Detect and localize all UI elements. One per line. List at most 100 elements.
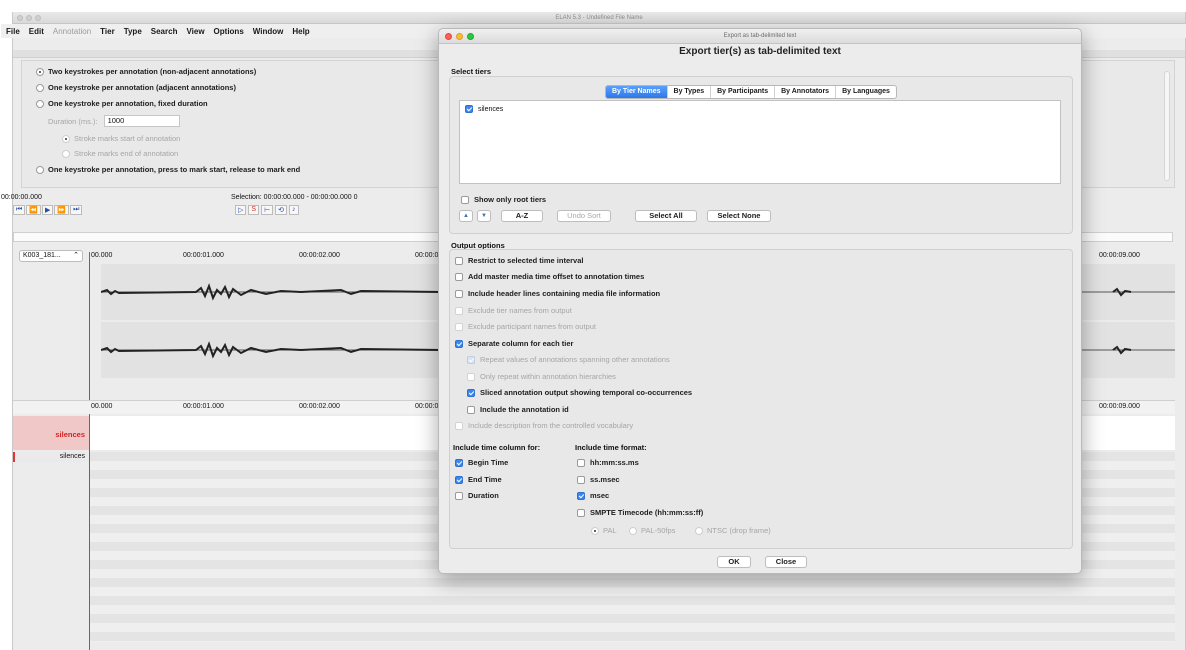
select-none-button[interactable]: Select None xyxy=(707,210,771,222)
checkbox-icon[interactable] xyxy=(467,355,475,364)
segmentation-option-2[interactable]: One keystroke per annotation (adjacent a… xyxy=(36,83,236,92)
ok-button[interactable]: OK xyxy=(717,556,751,568)
smpte-ntsc-option[interactable]: NTSC (drop frame) xyxy=(695,526,771,535)
stroke-start-option[interactable]: Stroke marks start of annotation xyxy=(62,134,180,143)
dialog-close-icon[interactable] xyxy=(445,33,452,40)
menu-edit[interactable]: Edit xyxy=(29,27,44,36)
radio-icon[interactable] xyxy=(629,526,637,535)
radio-icon[interactable] xyxy=(591,526,599,535)
checkbox-icon[interactable] xyxy=(467,372,475,381)
tab-by-types[interactable]: By Types xyxy=(668,86,712,98)
minimize-window-icon[interactable] xyxy=(26,15,32,21)
checkbox-icon[interactable] xyxy=(455,272,463,281)
option-master-media-offset[interactable]: Add master media time offset to annotati… xyxy=(455,272,644,281)
close-button[interactable]: Close xyxy=(765,556,807,568)
tab-by-participants[interactable]: By Participants xyxy=(711,86,776,98)
segmentation-option-4[interactable]: One keystroke per annotation, press to m… xyxy=(36,165,300,174)
checkbox-icon[interactable] xyxy=(455,256,463,265)
move-down-button[interactable]: ▼ xyxy=(477,210,491,222)
duration-input[interactable]: 1000 xyxy=(103,115,180,127)
checkbox-icon[interactable] xyxy=(467,388,475,397)
zoom-window-icon[interactable] xyxy=(35,15,41,21)
tier-selector[interactable]: K003_181... ⌃ xyxy=(19,250,83,262)
undo-sort-button[interactable]: Undo Sort xyxy=(557,210,611,222)
previous-frame-icon[interactable]: ⏪ xyxy=(26,205,42,215)
checkbox-icon[interactable] xyxy=(455,458,463,467)
radio-icon[interactable] xyxy=(62,134,70,143)
smpte-pal-option[interactable]: PAL xyxy=(591,526,617,535)
tier-list[interactable]: silences xyxy=(459,100,1061,184)
dialog-zoom-icon[interactable] xyxy=(467,33,474,40)
clear-selection-icon[interactable]: S xyxy=(248,205,260,215)
menu-type[interactable]: Type xyxy=(124,27,142,36)
option-include-cv-description[interactable]: Include description from the controlled … xyxy=(455,421,633,430)
tier-label-silences[interactable]: silences xyxy=(13,452,89,462)
time-format-msec[interactable]: msec xyxy=(577,491,609,500)
move-up-button[interactable]: ▲ xyxy=(459,210,473,222)
menu-search[interactable]: Search xyxy=(151,27,178,36)
time-format-ssmsec[interactable]: ss.msec xyxy=(577,475,620,484)
option-sliced-output[interactable]: Sliced annotation output showing tempora… xyxy=(467,388,692,397)
option-header-lines[interactable]: Include header lines containing media fi… xyxy=(455,289,660,298)
selection-mode-icon[interactable]: ⊢ xyxy=(261,205,274,215)
checkbox-icon[interactable] xyxy=(577,491,585,500)
menu-file[interactable]: File xyxy=(6,27,20,36)
menu-annotation[interactable]: Annotation xyxy=(53,27,91,36)
go-to-begin-icon[interactable]: ⏮ xyxy=(13,205,26,215)
option-separate-column[interactable]: Separate column for each tier xyxy=(455,339,573,348)
dialog-minimize-icon[interactable] xyxy=(456,33,463,40)
radio-icon[interactable] xyxy=(36,99,44,108)
option-repeat-values[interactable]: Repeat values of annotations spanning ot… xyxy=(467,355,670,364)
checkbox-icon[interactable] xyxy=(467,405,475,414)
smpte-pal50-option[interactable]: PAL-50fps xyxy=(629,526,675,535)
checkbox-icon[interactable] xyxy=(455,306,463,315)
checkbox-icon[interactable] xyxy=(465,105,473,113)
segmentation-option-3[interactable]: One keystroke per annotation, fixed dura… xyxy=(36,99,208,108)
checkbox-icon[interactable] xyxy=(455,339,463,348)
time-format-hhmmss[interactable]: hh:mm:ss.ms xyxy=(577,458,639,467)
radio-icon[interactable] xyxy=(695,526,703,535)
time-column-begin[interactable]: Begin Time xyxy=(455,458,508,467)
time-column-duration[interactable]: Duration xyxy=(455,491,499,500)
option-include-annotation-id[interactable]: Include the annotation id xyxy=(467,405,569,414)
checkbox-icon[interactable] xyxy=(455,421,463,430)
active-tier-label[interactable]: silences xyxy=(13,416,89,450)
time-format-smpte[interactable]: SMPTE Timecode (hh:mm:ss:ff) xyxy=(577,508,703,517)
volume-icon[interactable]: ♪ xyxy=(289,205,299,215)
checkbox-icon[interactable] xyxy=(455,475,463,484)
option-restrict-interval[interactable]: Restrict to selected time interval xyxy=(455,256,583,265)
checkbox-icon[interactable] xyxy=(455,289,463,298)
menu-help[interactable]: Help xyxy=(292,27,309,36)
checkbox-icon[interactable] xyxy=(455,322,463,331)
radio-icon[interactable] xyxy=(62,149,70,158)
option-repeat-within-hierarchies[interactable]: Only repeat within annotation hierarchie… xyxy=(467,372,616,381)
select-all-button[interactable]: Select All xyxy=(635,210,697,222)
go-to-end-icon[interactable]: ⏭ xyxy=(70,205,83,215)
menu-window[interactable]: Window xyxy=(253,27,284,36)
tab-by-languages[interactable]: By Languages xyxy=(836,86,896,98)
time-column-end[interactable]: End Time xyxy=(455,475,502,484)
segmentation-scrollbar[interactable] xyxy=(1164,71,1170,181)
option-exclude-tier-names[interactable]: Exclude tier names from output xyxy=(455,306,572,315)
option-exclude-participant-names[interactable]: Exclude participant names from output xyxy=(455,322,596,331)
checkbox-icon[interactable] xyxy=(577,458,585,467)
close-window-icon[interactable] xyxy=(17,15,23,21)
sort-az-button[interactable]: A-Z xyxy=(501,210,543,222)
radio-icon[interactable] xyxy=(36,83,44,92)
tab-by-annotators[interactable]: By Annotators xyxy=(775,86,837,98)
loop-mode-icon[interactable]: ⟲ xyxy=(275,205,288,215)
tier-list-item[interactable]: silences xyxy=(465,105,503,113)
play-icon[interactable]: ▶ xyxy=(42,205,54,215)
checkbox-icon[interactable] xyxy=(461,195,469,204)
stroke-end-option[interactable]: Stroke marks end of annotation xyxy=(62,149,178,158)
checkbox-icon[interactable] xyxy=(455,491,463,500)
radio-icon[interactable] xyxy=(36,67,44,76)
show-root-tiers-option[interactable]: Show only root tiers xyxy=(461,195,546,204)
checkbox-icon[interactable] xyxy=(577,475,585,484)
menu-options[interactable]: Options xyxy=(214,27,244,36)
next-frame-icon[interactable]: ⏩ xyxy=(54,205,70,215)
menu-view[interactable]: View xyxy=(186,27,204,36)
tab-by-tier-names[interactable]: By Tier Names xyxy=(606,86,668,98)
segmentation-option-1[interactable]: Two keystrokes per annotation (non-adjac… xyxy=(36,67,256,76)
checkbox-icon[interactable] xyxy=(577,508,585,517)
